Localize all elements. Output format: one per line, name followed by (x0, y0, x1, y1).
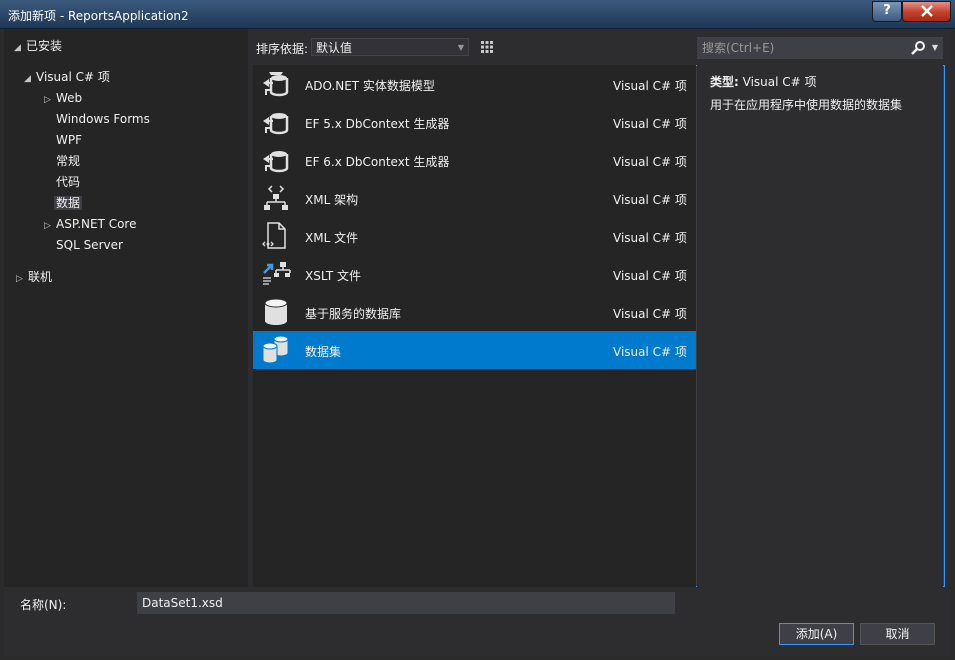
item-name: 基于服务的数据库 (305, 307, 402, 321)
tree-item-label: 联机 (28, 270, 53, 284)
tree-item-label: WPF (56, 133, 83, 147)
item-category: Visual C# 项 (613, 79, 687, 93)
dataset-icon (261, 335, 291, 365)
database-icon (261, 297, 291, 327)
tree-item-label: 数据 (54, 196, 83, 210)
expand-arrow-icon: ▷ (44, 221, 51, 231)
add-button[interactable]: 添加(A) (779, 623, 854, 645)
sort-dropdown[interactable]: 默认值 ▼ (311, 38, 469, 56)
sort-value: 默认值 (316, 41, 353, 55)
tree-item-data[interactable]: 数据 (54, 193, 83, 213)
tree-item-general[interactable]: 常规 (56, 151, 80, 171)
item-name: XML 文件 (305, 231, 359, 245)
dbcontext-generator-icon (261, 145, 291, 175)
chevron-down-icon[interactable]: ▼ (932, 38, 938, 58)
expand-arrow-icon: ▷ (44, 95, 51, 105)
tree-item-windows-forms[interactable]: Windows Forms (56, 109, 150, 129)
close-icon (920, 5, 933, 17)
type-label: 类型: (710, 75, 739, 89)
search-input[interactable]: 搜索(Ctrl+E) ▼ (697, 37, 943, 59)
dbcontext-generator-icon (261, 107, 291, 137)
xslt-file-icon (261, 259, 291, 289)
tree-item-code[interactable]: 代码 (56, 172, 80, 192)
expand-arrow-icon: ▷ (16, 274, 23, 284)
details-panel: 类型: Visual C# 项 用于在应用程序中使用数据的数据集 (697, 65, 943, 587)
item-category: Visual C# 项 (613, 117, 687, 131)
add-new-item-dialog: ◢ 已安装 ◢ Visual C# 项 ▷ Web Windows Forms WPF… (4, 29, 951, 656)
item-category: Visual C# 项 (613, 269, 687, 283)
list-item-selected[interactable]: 数据集 Visual C# 项 (253, 331, 696, 369)
tree-item-label: ASP.NET Core (56, 217, 137, 231)
item-category: Visual C# 项 (613, 193, 687, 207)
tree-item-label: 已安装 (26, 39, 63, 53)
item-name: EF 5.x DbContext 生成器 (305, 117, 450, 131)
list-item[interactable]: ADO.NET 实体数据模型 Visual C# 项 (253, 65, 696, 103)
tree-item-label: Web (56, 91, 83, 105)
xml-file-icon (261, 221, 291, 251)
tree-item-label: Visual C# 项 (36, 70, 110, 84)
item-description: 用于在应用程序中使用数据的数据集 (710, 98, 903, 112)
grid-view-icon (481, 41, 493, 53)
tree-item-installed[interactable]: ◢ 已安装 (14, 36, 62, 56)
tree-item-online[interactable]: ▷ 联机 (16, 267, 52, 287)
title-bar: 添加新项 - ReportsApplication2 ? (0, 0, 955, 29)
tree-item-web[interactable]: ▷ Web (44, 88, 82, 108)
sort-label: 排序依据: (256, 42, 309, 56)
item-name: 数据集 (305, 345, 342, 359)
close-button[interactable] (902, 1, 951, 22)
window-title: 添加新项 - ReportsApplication2 (8, 9, 189, 23)
item-category: Visual C# 项 (613, 155, 687, 169)
collapse-arrow-icon: ◢ (24, 74, 31, 84)
list-item[interactable]: EF 6.x DbContext 生成器 Visual C# 项 (253, 141, 696, 179)
name-field[interactable] (137, 592, 675, 614)
item-name: ADO.NET 实体数据模型 (305, 79, 435, 93)
cancel-button[interactable]: 取消 (860, 623, 935, 645)
search-icon[interactable] (910, 40, 926, 56)
chevron-down-icon: ▼ (457, 43, 464, 52)
item-name: XSLT 文件 (305, 269, 362, 283)
item-name: XML 架构 (305, 193, 359, 207)
tree-item-label: 代码 (56, 175, 81, 189)
item-category: Visual C# 项 (613, 231, 687, 245)
list-item[interactable]: XML 架构 Visual C# 项 (253, 179, 696, 217)
template-tree: ◢ 已安装 ◢ Visual C# 项 ▷ Web Windows Forms WPF… (4, 29, 248, 587)
tree-item-sql-server[interactable]: SQL Server (56, 235, 123, 255)
item-name: EF 6.x DbContext 生成器 (305, 155, 450, 169)
xml-schema-icon (261, 183, 291, 213)
item-category: Visual C# 项 (613, 307, 687, 321)
collapse-arrow-icon: ◢ (14, 43, 21, 53)
help-button[interactable]: ? (872, 1, 902, 22)
template-list: ADO.NET 实体数据模型 Visual C# 项 EF 5.x DbCont… (253, 65, 696, 587)
item-category: Visual C# 项 (613, 345, 687, 359)
small-icons-view-button[interactable] (477, 37, 497, 57)
list-item[interactable]: 基于服务的数据库 Visual C# 项 (253, 293, 696, 331)
tree-item-visual-cs[interactable]: ◢ Visual C# 项 (24, 67, 110, 87)
search-placeholder: 搜索(Ctrl+E) (702, 41, 775, 55)
list-item[interactable]: XML 文件 Visual C# 项 (253, 217, 696, 255)
list-item[interactable]: XSLT 文件 Visual C# 项 (253, 255, 696, 293)
list-item[interactable]: EF 5.x DbContext 生成器 Visual C# 项 (253, 103, 696, 141)
type-line: 类型: Visual C# 项 (710, 73, 817, 90)
tree-item-label: SQL Server (56, 238, 123, 252)
entity-model-icon (261, 69, 291, 99)
name-label: 名称(N): (20, 598, 67, 612)
tree-item-label: Windows Forms (56, 112, 150, 126)
tree-item-aspnet-core[interactable]: ▷ ASP.NET Core (44, 214, 136, 234)
type-value: Visual C# 项 (742, 75, 817, 89)
tree-item-wpf[interactable]: WPF (56, 130, 82, 150)
tree-item-label: 常规 (56, 154, 81, 168)
